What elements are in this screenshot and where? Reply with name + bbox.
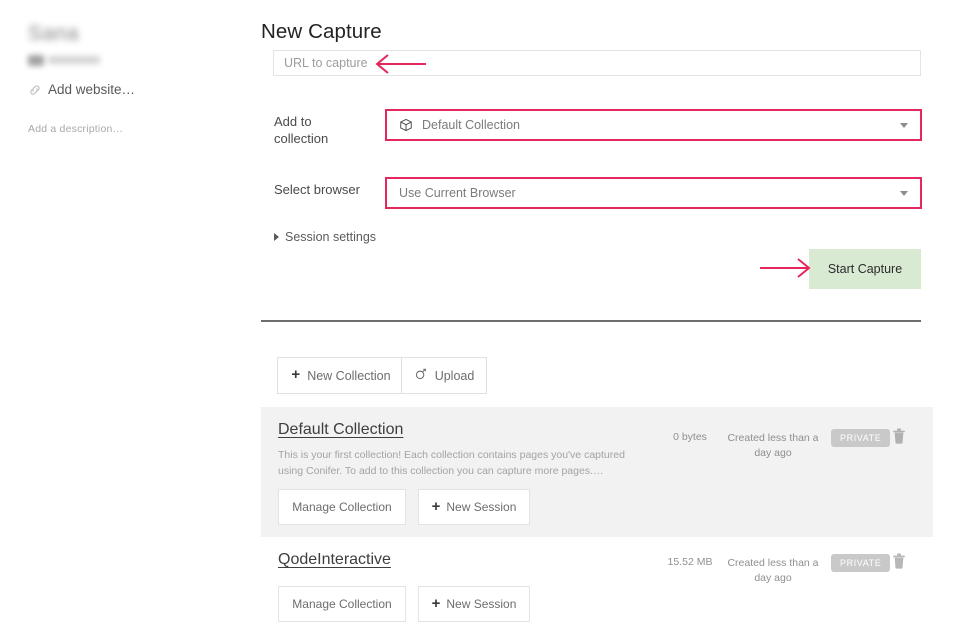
browser-select[interactable]: Use Current Browser	[385, 177, 922, 209]
collection-card: QodeInteractive 15.52 MB Created less th…	[261, 537, 933, 637]
status-badge[interactable]: PRIVATE	[831, 554, 891, 572]
sidebar: Sana Add website… Add a description…	[0, 0, 261, 638]
trash-icon[interactable]	[891, 427, 909, 447]
browser-select-value: Use Current Browser	[399, 186, 516, 200]
page-title: New Capture	[261, 20, 382, 43]
plus-icon: +	[291, 366, 301, 383]
manage-collection-button[interactable]: Manage Collection	[278, 489, 406, 525]
url-input[interactable]	[273, 50, 921, 76]
new-collection-button[interactable]: + New Collection	[277, 357, 405, 394]
collection-title-link[interactable]: Default Collection	[278, 421, 403, 439]
manage-collection-button[interactable]: Manage Collection	[278, 586, 406, 622]
user-handle-block	[28, 54, 44, 66]
session-settings-toggle[interactable]: Session settings	[274, 230, 376, 244]
package-box-icon	[399, 118, 413, 132]
upload-label: Upload	[434, 368, 475, 383]
collection-card: Default Collection This is your first co…	[261, 407, 933, 537]
new-collection-label: New Collection	[307, 368, 391, 383]
new-session-button[interactable]: + New Session	[418, 489, 530, 525]
new-session-label: New Session	[446, 500, 517, 514]
plus-icon: +	[431, 594, 441, 612]
add-website-label: Add website…	[48, 82, 136, 97]
user-handle-redacted	[28, 54, 100, 66]
new-session-button[interactable]: + New Session	[418, 586, 530, 622]
collection-created: Created less than a day ago	[727, 432, 819, 459]
cloud-upload-icon	[414, 367, 428, 384]
trash-icon[interactable]	[891, 552, 909, 572]
collection-title-link[interactable]: QodeInteractive	[278, 551, 391, 569]
status-badge[interactable]: PRIVATE	[831, 429, 891, 447]
start-capture-button[interactable]: Start Capture	[809, 249, 921, 289]
browser-label: Select browser	[274, 182, 360, 197]
collection-select-value: Default Collection	[422, 118, 520, 132]
collection-size: 15.52 MB	[667, 556, 713, 568]
collection-created: Created less than a day ago	[727, 557, 819, 584]
section-divider	[261, 320, 921, 322]
triangle-right-icon	[274, 233, 279, 241]
chevron-down-icon	[900, 190, 908, 196]
app-root: Sana Add website… Add a description… New…	[0, 0, 969, 638]
collection-label: Add to collection	[274, 114, 329, 146]
collection-select[interactable]: Default Collection	[385, 109, 922, 141]
upload-button[interactable]: Upload	[401, 357, 487, 394]
collection-size: 0 bytes	[673, 431, 707, 443]
new-session-label: New Session	[446, 597, 517, 611]
user-name-redacted: Sana	[28, 22, 80, 45]
collection-description: This is your first collection! Each coll…	[278, 449, 625, 477]
link-icon	[28, 83, 42, 97]
plus-icon: +	[431, 497, 441, 515]
add-website-link[interactable]: Add website…	[28, 82, 135, 97]
add-description-link[interactable]: Add a description…	[28, 123, 123, 135]
chevron-down-icon	[900, 122, 908, 128]
main-content: New Capture Add to collection Default Co…	[261, 0, 969, 638]
session-settings-label: Session settings	[285, 230, 377, 244]
user-handle-bar	[48, 56, 100, 64]
